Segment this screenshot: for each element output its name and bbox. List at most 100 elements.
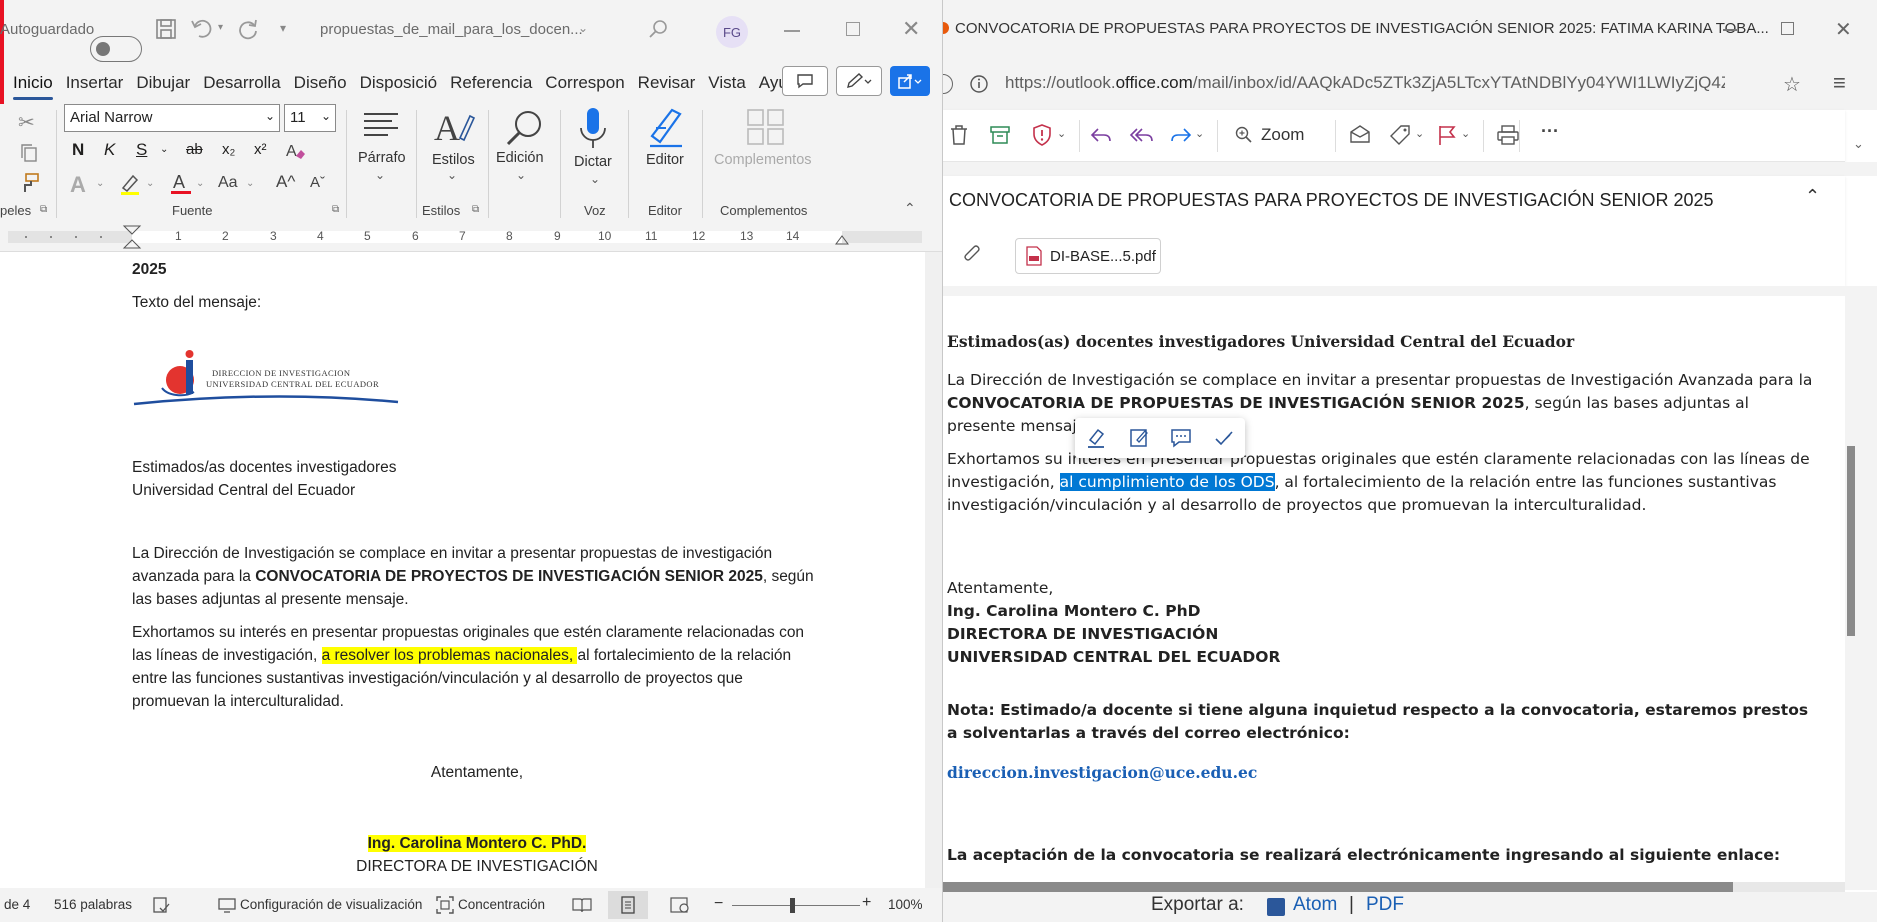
text-effects-dropdown-icon[interactable]: ⌄ xyxy=(96,178,104,189)
change-case-button[interactable]: Aa xyxy=(218,174,238,192)
grow-font-button[interactable]: A^ xyxy=(276,172,295,192)
editor-icon[interactable] xyxy=(646,106,686,150)
status-zoom-level[interactable]: 100% xyxy=(888,897,923,912)
print-icon[interactable] xyxy=(1496,124,1520,146)
comment-icon[interactable] xyxy=(1170,427,1192,449)
focus-icon[interactable] xyxy=(436,896,454,914)
web-layout-icon[interactable] xyxy=(670,896,690,914)
strikethrough-button[interactable]: ab xyxy=(186,141,203,158)
message-scrollbar[interactable] xyxy=(1845,296,1877,890)
delete-icon[interactable] xyxy=(949,124,969,146)
styles-button[interactable]: Estilos xyxy=(432,152,475,168)
zoom-icon[interactable] xyxy=(1235,126,1253,144)
copy-icon[interactable] xyxy=(18,142,40,164)
comments-button[interactable] xyxy=(782,66,828,96)
autosave-toggle[interactable] xyxy=(90,36,142,62)
highlighter-icon[interactable] xyxy=(1085,427,1107,449)
tab-desarrolla[interactable]: Desarrolla xyxy=(203,73,280,93)
menu-icon[interactable]: ≡ xyxy=(1833,70,1846,96)
tag-dropdown-icon[interactable]: ⌄ xyxy=(1415,127,1424,140)
minimize-icon[interactable] xyxy=(784,30,800,32)
browser-close-icon[interactable]: ✕ xyxy=(1835,17,1852,42)
zoom-in-button[interactable]: + xyxy=(862,894,871,912)
paragraph-dropdown-icon[interactable]: ⌄ xyxy=(375,168,385,182)
status-word-count[interactable]: 516 palabras xyxy=(54,897,132,912)
more-actions-button[interactable]: ··· xyxy=(1541,121,1559,142)
status-focus[interactable]: Concentración xyxy=(458,897,545,912)
customize-qat-icon[interactable]: ▾ xyxy=(280,21,286,35)
info-icon[interactable] xyxy=(969,74,989,94)
export-pdf-link[interactable]: PDF xyxy=(1366,894,1404,916)
mail-p2-selection[interactable]: al cumplimiento de los ODS xyxy=(1059,473,1275,491)
edition-button[interactable]: Edición xyxy=(496,150,544,166)
font-name-select[interactable]: Arial Narrow ⌄ xyxy=(64,104,280,132)
forward-icon[interactable] xyxy=(1169,124,1193,146)
tag-icon[interactable] xyxy=(1389,124,1411,146)
proofing-icon[interactable] xyxy=(152,896,170,914)
addins-button[interactable]: Complementos xyxy=(714,152,812,168)
status-page[interactable]: de 4 xyxy=(4,897,30,912)
archive-icon[interactable] xyxy=(989,124,1011,146)
tab-vista[interactable]: Vista xyxy=(708,73,746,93)
title-chevron-icon[interactable]: ⌄ xyxy=(578,21,588,35)
undo-dropdown-icon[interactable]: ▾ xyxy=(218,22,223,33)
browser-maximize-icon[interactable] xyxy=(1781,22,1794,35)
mark-read-icon[interactable] xyxy=(1349,124,1371,144)
document-title[interactable]: propuestas_de_mail_para_los_docen... xyxy=(320,21,583,38)
browser-minimize-icon[interactable] xyxy=(1723,29,1737,31)
shrink-font-button[interactable]: Aˇ xyxy=(310,174,325,191)
tab-correspondencia[interactable]: Correspon xyxy=(545,73,624,93)
zoom-out-button[interactable]: − xyxy=(714,895,723,913)
document-scrollbar[interactable] xyxy=(925,252,942,888)
display-settings-icon[interactable] xyxy=(218,896,236,914)
message-body-pane[interactable]: Estimados(as) docentes investigadores Un… xyxy=(943,296,1845,890)
clipboard-launcher-icon[interactable]: ⧉ xyxy=(40,204,47,215)
italic-button[interactable]: K xyxy=(104,140,115,160)
status-view-settings[interactable]: Configuración de visualización xyxy=(240,897,422,912)
horizontal-ruler[interactable]: 1 2 3 4 5 6 7 8 9 10 11 12 13 14 xyxy=(0,222,942,252)
bookmark-star-icon[interactable]: ☆ xyxy=(1783,72,1801,97)
attachment-card[interactable]: DI-BASE...5.pdf xyxy=(1015,238,1161,274)
zoom-slider[interactable] xyxy=(732,905,860,906)
redo-icon[interactable] xyxy=(236,17,260,41)
paragraph-icon[interactable] xyxy=(362,110,400,142)
proofread-icon[interactable] xyxy=(1213,427,1235,449)
message-hscrollbar-thumb[interactable] xyxy=(943,882,1733,892)
expand-chevron-icon[interactable]: ⌄ xyxy=(1853,136,1864,152)
tab-diseno[interactable]: Diseño xyxy=(294,73,347,93)
save-icon[interactable] xyxy=(155,18,177,40)
forward-dropdown-icon[interactable]: ⌄ xyxy=(1195,127,1204,140)
zoom-button[interactable]: Zoom xyxy=(1261,125,1304,145)
styles-dropdown-icon[interactable]: ⌄ xyxy=(447,168,457,182)
document-page[interactable]: 2025 Texto del mensaje: DIRECCION DE INV… xyxy=(0,252,925,888)
format-painter-icon[interactable] xyxy=(18,172,40,194)
message-body[interactable]: Estimados(as) docentes investigadores Un… xyxy=(947,330,1817,867)
refresh-icon[interactable] xyxy=(943,74,953,94)
flag-icon[interactable] xyxy=(1437,124,1457,146)
url-field[interactable]: https://outlook.office.com/mail/inbox/id… xyxy=(1005,73,1725,93)
microphone-icon[interactable] xyxy=(578,106,608,152)
message-scrollbar-thumb[interactable] xyxy=(1847,446,1855,636)
search-icon[interactable] xyxy=(648,18,670,40)
user-avatar[interactable]: FG xyxy=(716,16,748,48)
reply-icon[interactable] xyxy=(1089,124,1113,146)
paragraph-button[interactable]: Párrafo xyxy=(358,150,406,166)
read-mode-icon[interactable] xyxy=(572,896,592,914)
font-launcher-icon[interactable]: ⧉ xyxy=(332,204,339,215)
bold-button[interactable]: N xyxy=(72,140,84,160)
editing-mode-button[interactable] xyxy=(836,66,882,96)
font-color-icon[interactable]: A xyxy=(170,170,192,196)
underline-button[interactable]: S xyxy=(136,140,147,160)
tab-dibujar[interactable]: Dibujar xyxy=(136,73,190,93)
flag-dropdown-icon[interactable]: ⌄ xyxy=(1461,127,1470,140)
undo-icon[interactable] xyxy=(190,17,216,39)
addins-icon[interactable] xyxy=(746,108,786,146)
share-button[interactable] xyxy=(890,66,930,96)
document-body[interactable]: 2025 Texto del mensaje: DIRECCION DE INV… xyxy=(132,258,822,878)
dictate-dropdown-icon[interactable]: ⌄ xyxy=(590,172,600,186)
subscript-button[interactable]: x₂ xyxy=(222,141,235,158)
attachment-clip-icon[interactable] xyxy=(963,244,981,264)
tab-disposicion[interactable]: Disposició xyxy=(360,73,437,93)
superscript-button[interactable]: x² xyxy=(254,141,267,158)
edition-dropdown-icon[interactable]: ⌄ xyxy=(516,168,526,182)
